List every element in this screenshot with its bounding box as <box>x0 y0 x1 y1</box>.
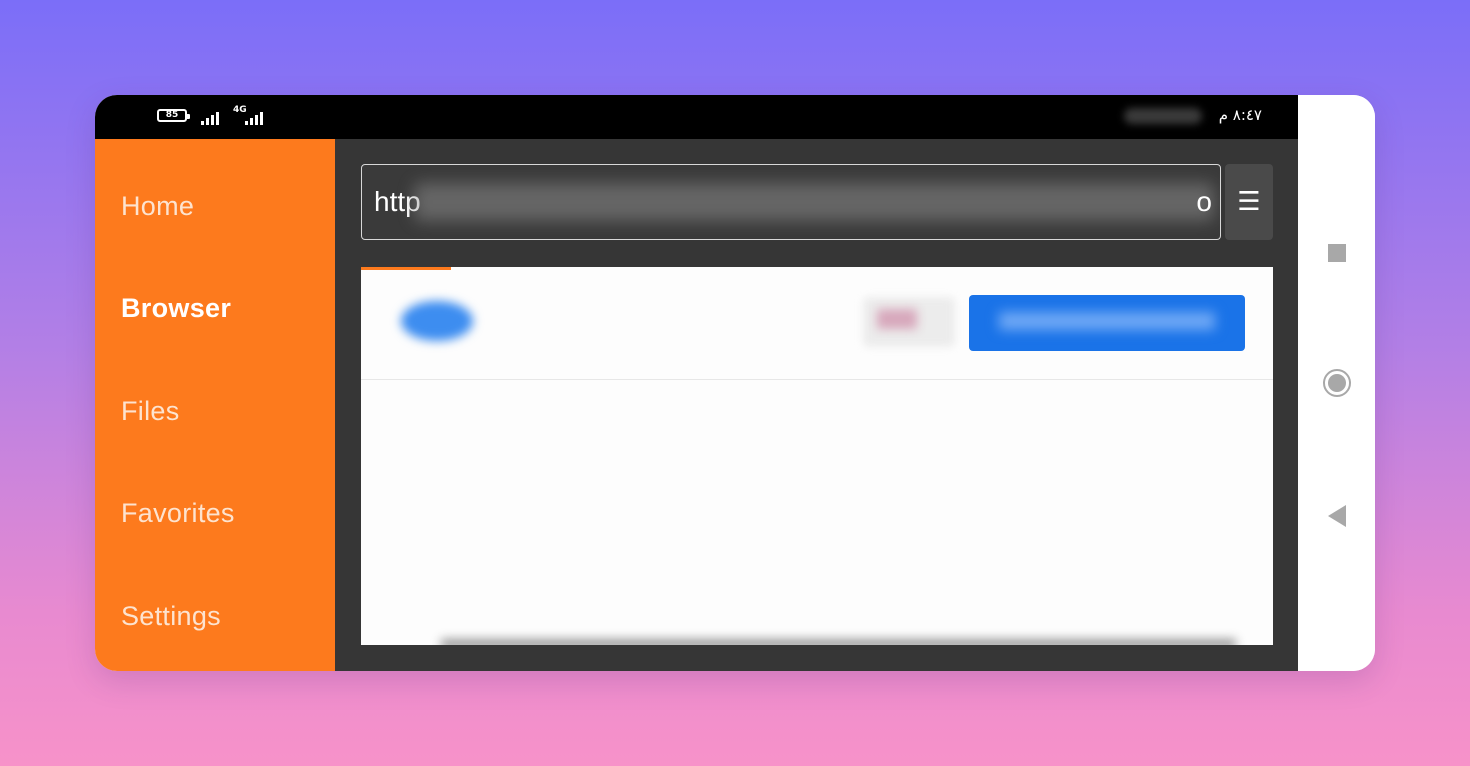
status-bar: 85 4G ٨:٤٧ م <box>95 95 1298 139</box>
page-load-progress <box>361 267 451 270</box>
sidebar: Home Browser Files Favorites Settings <box>95 139 335 671</box>
blurred-status-text <box>1124 108 1202 124</box>
system-nav-bar <box>1298 95 1375 671</box>
sidebar-item-home[interactable]: Home <box>121 191 194 222</box>
device-frame: 85 4G ٨:٤٧ م Home Browser Files Favorite… <box>95 95 1375 671</box>
menu-icon[interactable]: ☰ <box>1225 164 1273 240</box>
signal-icon-secondary <box>245 109 271 125</box>
url-text-end: o <box>1196 186 1212 217</box>
recent-apps-square-icon[interactable] <box>1322 238 1352 268</box>
web-content[interactable] <box>361 267 1273 645</box>
home-circle-icon[interactable] <box>1322 368 1352 398</box>
blurred-cta-text <box>999 312 1215 330</box>
blurred-language-text <box>877 309 917 329</box>
sidebar-item-settings[interactable]: Settings <box>121 601 221 632</box>
browser-panel: http o ☰ <box>335 139 1298 671</box>
blurred-edge <box>441 639 1236 645</box>
sidebar-item-favorites[interactable]: Favorites <box>121 498 235 529</box>
site-logo-icon[interactable] <box>401 301 473 341</box>
blurred-url <box>414 183 1214 221</box>
status-time: ٨:٤٧ م <box>1218 106 1262 124</box>
signal-icon <box>201 109 227 125</box>
url-input[interactable]: http o <box>361 164 1221 240</box>
battery-level: 85 <box>165 110 179 120</box>
sidebar-item-files[interactable]: Files <box>121 396 180 427</box>
sidebar-item-browser[interactable]: Browser <box>121 293 231 324</box>
site-header <box>361 267 1273 380</box>
battery-icon: 85 <box>157 109 190 122</box>
back-triangle-icon[interactable] <box>1322 500 1352 530</box>
